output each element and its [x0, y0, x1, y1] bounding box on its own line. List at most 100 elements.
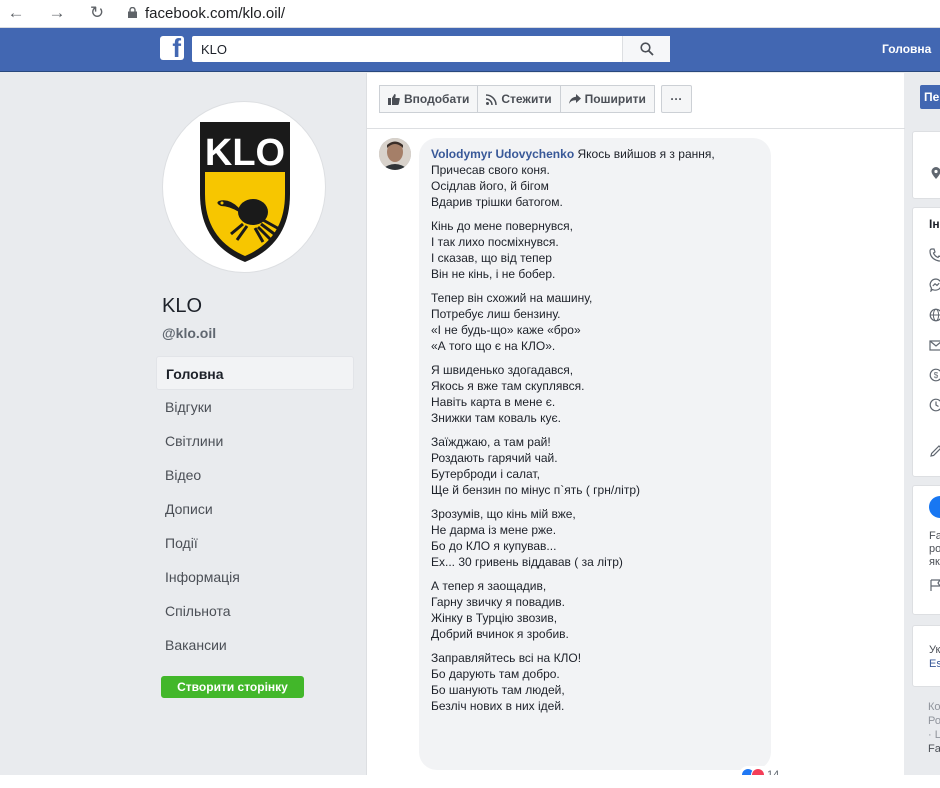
comment-line: Бо дарують там добро.	[431, 667, 560, 681]
follow-button[interactable]: Стежити	[478, 85, 561, 113]
price-dollar-icon: $	[929, 368, 940, 382]
flag-icon[interactable]	[929, 578, 940, 592]
nav-item-jobs[interactable]: Вакансии	[156, 628, 354, 662]
promo-text-line: ро	[929, 543, 940, 555]
promo-text-line: Fa	[929, 530, 940, 542]
page-bottom-edge	[0, 775, 940, 788]
rss-follow-icon	[486, 93, 498, 105]
comment-line: «А того що є на КЛО».	[431, 339, 556, 353]
nav-item-reviews[interactable]: Відгуки	[156, 390, 354, 424]
nav-item-photos[interactable]: Світлини	[156, 424, 354, 458]
nav-item-home[interactable]: Головна	[156, 356, 354, 390]
comment-author-link[interactable]: Volodymyr Udovychenko	[431, 147, 574, 161]
trademark-mark: TM	[309, 249, 319, 256]
comment-line: «І не будь-що» каже «бро»	[431, 323, 581, 337]
avatar-portrait-icon	[379, 138, 411, 170]
language-card: Ук Es	[912, 625, 940, 687]
footer-text-line[interactable]: · Ц	[928, 729, 940, 742]
comment-stanza: Я швиденько здогадався, Якось я вже там …	[431, 362, 759, 426]
share-label: Поширити	[584, 92, 646, 106]
create-page-button[interactable]: Створити сторінку	[161, 676, 304, 698]
comment-line: Роздають гарячий чай.	[431, 451, 558, 465]
mail-icon	[929, 340, 940, 351]
comment-stanza: Тепер він схожий на машину, Потребує лиш…	[431, 290, 759, 354]
comment-line: Тепер він схожий на машину,	[431, 291, 593, 305]
comment-line: Навіть карта в мене є.	[431, 395, 556, 409]
comment-bubble: Volodymyr Udovychenko Якось вийшов я з р…	[419, 138, 771, 770]
comment-line: Не дарма із мене рже.	[431, 523, 557, 537]
more-options-button[interactable]: ···	[660, 85, 692, 113]
right-sidebar: Пе Ін $ Fa ро які Ук Es Ко Ро · Ц Fa	[904, 73, 940, 788]
search-button[interactable]	[622, 36, 670, 62]
facebook-logo-letter: f	[172, 36, 181, 60]
share-arrow-icon	[568, 94, 581, 104]
facebook-circle-icon	[929, 496, 940, 518]
page-title: KLO	[162, 295, 203, 317]
address-bar-url[interactable]: facebook.com/klo.oil/	[145, 5, 285, 22]
page-username[interactable]: @klo.oil	[162, 325, 216, 341]
promo-card: Fa ро які	[912, 485, 940, 615]
page-navigation: Головна Відгуки Світлини Відео Дописи По…	[156, 356, 354, 662]
page-sidebar: KLO TM KLO @klo.oil Головна Відгуки Світ…	[0, 73, 366, 788]
map-pin-icon	[931, 167, 940, 179]
language-link[interactable]: Es	[929, 658, 940, 671]
page-action-bar: Вподобати Стежити Поширити ···	[379, 85, 692, 113]
search-input[interactable]	[192, 36, 622, 62]
nav-item-events[interactable]: Події	[156, 526, 354, 560]
comment-stanza: Кінь до мене повернувся, І так лихо посм…	[431, 218, 759, 282]
comment-line: Я швиденько здогадався,	[431, 363, 574, 377]
commenter-avatar[interactable]	[379, 138, 411, 170]
page-profile-picture[interactable]: KLO TM	[162, 101, 326, 273]
comment-line: А тепер я заощадив,	[431, 579, 547, 593]
comment-line: Бутерброди і салат,	[431, 467, 540, 481]
comment-line: Якось я вже там скуплявся.	[431, 379, 585, 393]
header-home-link[interactable]: Головна	[882, 42, 931, 56]
comment-line: Жінку в Турцію звозив,	[431, 611, 558, 625]
facebook-logo-icon[interactable]: f	[160, 36, 184, 60]
comment-stanza: Зрозумів, що кінь мій вже, Не дарма із м…	[431, 506, 759, 570]
promo-text-line: які	[929, 556, 940, 568]
comment-first-line: Volodymyr Udovychenko Якось вийшов я з р…	[431, 146, 759, 162]
search-icon	[640, 42, 654, 56]
nav-item-community[interactable]: Спільнота	[156, 594, 354, 628]
comment-stanza: Volodymyr Udovychenko Якось вийшов я з р…	[431, 146, 759, 210]
section-divider	[367, 128, 905, 129]
like-button[interactable]: Вподобати	[379, 85, 479, 113]
comment-line: Осідлав його, й бігом	[431, 179, 549, 193]
comment-line: Якось вийшов я з рання,	[577, 147, 715, 161]
footer-text-line[interactable]: Ро	[928, 715, 940, 728]
forward-arrow-icon[interactable]: →	[47, 3, 67, 23]
footer-text-line: Fa	[928, 743, 940, 755]
like-label: Вподобати	[404, 92, 470, 106]
nav-item-about[interactable]: Інформація	[156, 560, 354, 594]
messenger-icon	[929, 278, 940, 292]
comment-line: Кінь до мене повернувся,	[431, 219, 573, 233]
nav-item-videos[interactable]: Відео	[156, 458, 354, 492]
reload-icon[interactable]: ↻	[87, 3, 107, 23]
right-action-button[interactable]: Пе	[920, 85, 940, 109]
location-card	[912, 131, 940, 199]
comment-stanza: А тепер я заощадив, Гарну звичку я повад…	[431, 578, 759, 642]
comment-line: Бо шанують там людей,	[431, 683, 565, 697]
back-arrow-icon[interactable]: ←	[6, 3, 26, 23]
thumbs-up-icon	[388, 93, 400, 105]
comment-line: Потребує лиш бензину.	[431, 307, 561, 321]
share-button[interactable]: Поширити	[560, 85, 655, 113]
comment-line: І сказав, що від тепер	[431, 251, 552, 265]
comment-line: Безліч нових в них ідей.	[431, 699, 565, 713]
footer-text-line[interactable]: Ко	[928, 701, 940, 714]
edit-pencil-icon[interactable]	[929, 444, 940, 458]
comment-stanza: Заправляйтесь всі на КЛО! Бо дарують там…	[431, 650, 759, 714]
info-heading: Ін	[929, 217, 940, 231]
logo-text: KLO	[205, 132, 285, 174]
comment-line: Зрозумів, що кінь мій вже,	[431, 507, 576, 521]
comment-line: Заправляйтесь всі на КЛО!	[431, 651, 582, 665]
comment-line: Знижки там коваль кує.	[431, 411, 561, 425]
comment-line: Добрий вчинок я зробив.	[431, 627, 569, 641]
comment-line: Гарну звичку я повадив.	[431, 595, 566, 609]
info-card: Ін $	[912, 207, 940, 477]
comment-line: Вдарив трішки батогом.	[431, 195, 563, 209]
nav-item-posts[interactable]: Дописи	[156, 492, 354, 526]
main-feed: Вподобати Стежити Поширити ··· Volodymyr…	[366, 73, 905, 788]
comment-line: Заїжджаю, а там рай!	[431, 435, 551, 449]
